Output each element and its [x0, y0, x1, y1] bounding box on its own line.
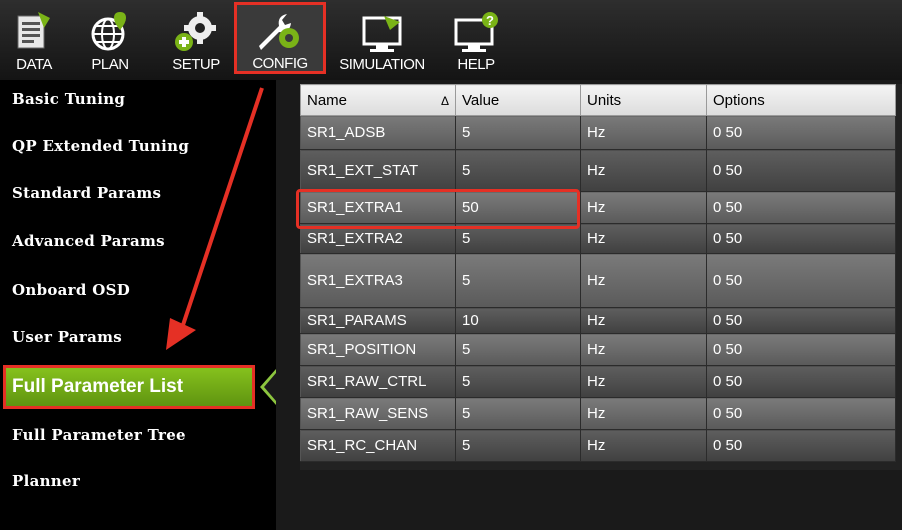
sidebar-item-full-parameter-list[interactable]: Full Parameter List	[3, 365, 255, 409]
config-label: CONFIG	[252, 55, 308, 72]
svg-text:?: ?	[486, 13, 494, 28]
param-name: SR1_EXTRA3	[300, 253, 456, 308]
param-options: 0 50	[706, 307, 896, 334]
param-name: SR1_RAW_CTRL	[300, 365, 456, 398]
param-name: SR1_RC_CHAN	[300, 429, 456, 462]
globe-icon	[80, 8, 140, 58]
highlight-box-sr1-extra1	[296, 189, 580, 229]
param-units: Hz	[580, 223, 707, 254]
table-row[interactable]: SR1_ADSB 5 Hz 0 50	[300, 115, 896, 150]
sidebar-item-planner[interactable]: Planner	[12, 472, 80, 490]
sidebar-item-full-parameter-tree[interactable]: Full Parameter Tree	[12, 426, 186, 444]
param-units: Hz	[580, 333, 707, 366]
table-row[interactable]: SR1_POSITION 5 Hz 0 50	[300, 333, 896, 366]
param-units: Hz	[580, 253, 707, 308]
param-value[interactable]: 5	[455, 429, 581, 462]
plan-label: PLAN	[91, 56, 129, 73]
param-units: Hz	[580, 149, 707, 192]
param-name: SR1_RAW_SENS	[300, 397, 456, 430]
param-options: 0 50	[706, 191, 896, 224]
setup-label: SETUP	[172, 56, 220, 73]
main-toolbar: DATA PLAN SETUP CONFIG SIMULATION ? HELP	[0, 0, 902, 80]
simulation-button[interactable]: SIMULATION	[330, 2, 434, 78]
param-name: SR1_POSITION	[300, 333, 456, 366]
column-header-units[interactable]: Units	[580, 84, 707, 116]
table-row[interactable]: SR1_RAW_SENS 5 Hz 0 50	[300, 397, 896, 430]
table-row[interactable]: SR1_EXTRA3 5 Hz 0 50	[300, 253, 896, 308]
selection-pointer-icon	[260, 369, 276, 405]
param-options: 0 50	[706, 223, 896, 254]
param-options: 0 50	[706, 429, 896, 462]
param-units: Hz	[580, 191, 707, 224]
param-name: SR1_EXT_STAT	[300, 149, 456, 192]
data-button[interactable]: DATA	[4, 2, 64, 78]
wrench-icon	[237, 8, 323, 58]
column-header-name-label: Name	[307, 91, 348, 109]
param-value[interactable]: 5	[455, 115, 581, 150]
setup-button[interactable]: SETUP	[164, 2, 228, 78]
sidebar-item-advanced-params[interactable]: Advanced Params	[12, 232, 165, 250]
plan-button[interactable]: PLAN	[80, 2, 140, 78]
sidebar-item-qp-extended-tuning[interactable]: QP Extended Tuning	[12, 137, 189, 155]
sort-ascending-icon: Δ	[440, 93, 449, 108]
help-label: HELP	[457, 56, 495, 73]
param-value[interactable]: 10	[455, 307, 581, 334]
sidebar-item-user-params[interactable]: User Params	[12, 328, 122, 346]
simulation-label: SIMULATION	[339, 56, 425, 73]
param-options: 0 50	[706, 149, 896, 192]
param-units: Hz	[580, 429, 707, 462]
param-value[interactable]: 5	[455, 365, 581, 398]
table-row[interactable]: SR1_EXT_STAT 5 Hz 0 50	[300, 149, 896, 192]
param-units: Hz	[580, 115, 707, 150]
param-name: SR1_ADSB	[300, 115, 456, 150]
param-units: Hz	[580, 307, 707, 334]
monitor-icon	[330, 8, 434, 58]
table-row[interactable]: SR1_RAW_CTRL 5 Hz 0 50	[300, 365, 896, 398]
table-row[interactable]: SR1_RC_CHAN 5 Hz 0 50	[300, 429, 896, 462]
help-button[interactable]: ? HELP	[444, 2, 508, 78]
parameter-table: Name Δ Value Units Options SR1_ADSB 5 Hz …	[300, 84, 896, 462]
param-value[interactable]: 5	[455, 397, 581, 430]
table-row[interactable]: SR1_PARAMS 10 Hz 0 50	[300, 307, 896, 334]
param-name: SR1_PARAMS	[300, 307, 456, 334]
data-icon	[4, 8, 64, 58]
param-units: Hz	[580, 397, 707, 430]
param-options: 0 50	[706, 365, 896, 398]
column-header-options[interactable]: Options	[706, 84, 896, 116]
param-options: 0 50	[706, 333, 896, 366]
param-options: 0 50	[706, 253, 896, 308]
param-value[interactable]: 5	[455, 333, 581, 366]
param-value[interactable]: 5	[455, 149, 581, 192]
column-header-value[interactable]: Value	[455, 84, 581, 116]
sidebar-item-standard-params[interactable]: Standard Params	[12, 184, 161, 202]
help-monitor-icon: ?	[444, 8, 508, 58]
sidebar-item-basic-tuning[interactable]: Basic Tuning	[12, 90, 125, 108]
table-header-row: Name Δ Value Units Options	[300, 84, 896, 116]
gears-icon	[164, 8, 228, 58]
column-header-name[interactable]: Name Δ	[300, 84, 456, 116]
param-value[interactable]: 5	[455, 253, 581, 308]
param-units: Hz	[580, 365, 707, 398]
param-options: 0 50	[706, 115, 896, 150]
data-label: DATA	[16, 56, 52, 73]
config-sidebar: Basic Tuning QP Extended Tuning Standard…	[0, 80, 276, 530]
param-options: 0 50	[706, 397, 896, 430]
sidebar-item-onboard-osd[interactable]: Onboard OSD	[12, 281, 130, 299]
config-button[interactable]: CONFIG	[234, 2, 326, 74]
